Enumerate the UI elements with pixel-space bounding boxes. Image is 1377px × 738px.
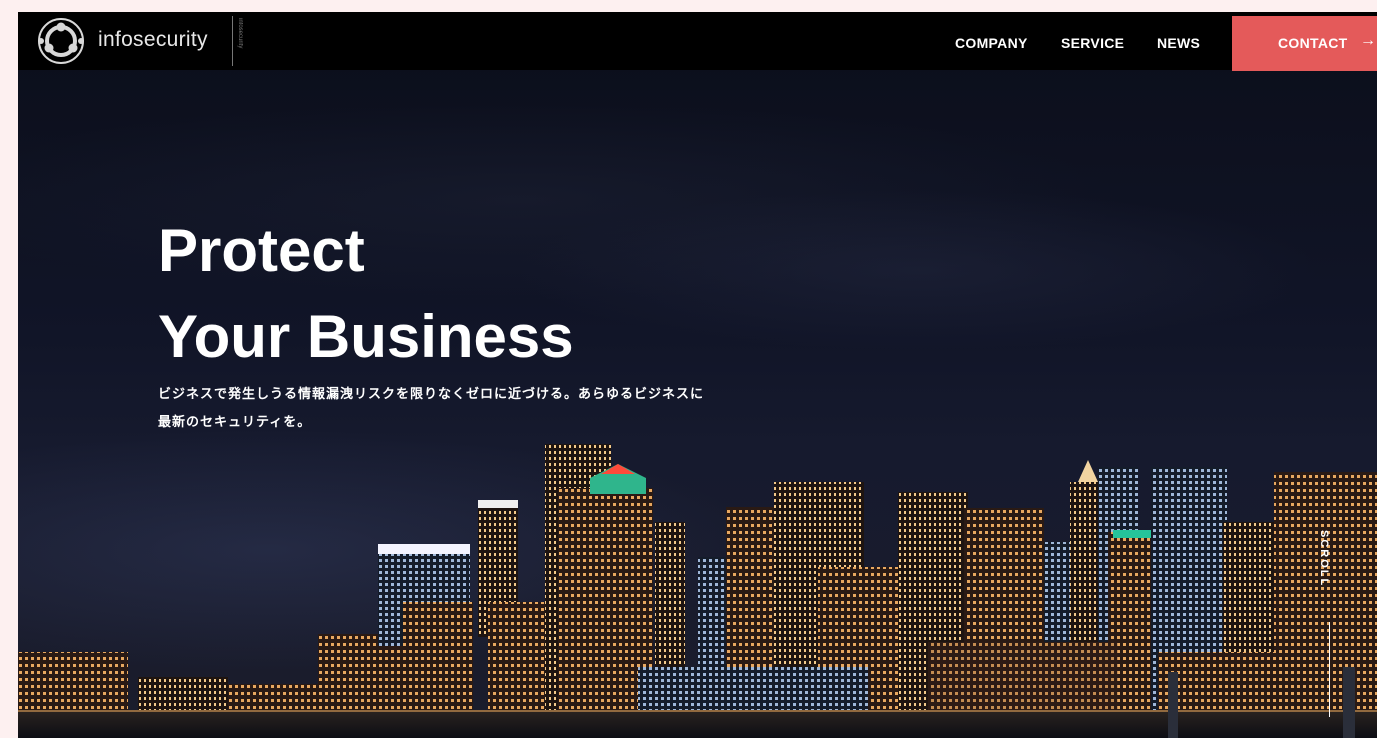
nav-service-link[interactable]: SERVICE xyxy=(1061,35,1124,51)
logo-divider xyxy=(232,16,233,66)
nav-news-link[interactable]: NEWS xyxy=(1157,35,1200,51)
hero-subtitle: ビジネスで発生しうる情報漏洩リスクを限りなくゼロに近づける。あらゆるビジネスに … xyxy=(158,380,778,436)
hero-section: infosecurity infosecurity COMPANY SERVIC… xyxy=(18,12,1377,738)
hero-title: Protect Your Business xyxy=(158,208,574,380)
scroll-indicator-line xyxy=(1329,622,1330,717)
hero-subtitle-line-2: 最新のセキュリティを。 xyxy=(158,414,312,429)
logo-tagline: infosecurity xyxy=(237,18,243,49)
contact-label: CONTACT xyxy=(1278,35,1348,51)
site-header: infosecurity infosecurity COMPANY SERVIC… xyxy=(18,12,1377,71)
hero-subtitle-line-1: ビジネスで発生しうる情報漏洩リスクを限りなくゼロに近づける。あらゆるビジネスに xyxy=(158,386,705,401)
contact-button[interactable]: CONTACT → xyxy=(1232,16,1377,71)
scroll-indicator-label[interactable]: SCROLL xyxy=(1318,530,1330,587)
hero-title-line-1: Protect xyxy=(158,217,365,284)
hero-title-line-2: Your Business xyxy=(158,303,574,370)
logo-icon[interactable] xyxy=(36,16,86,66)
nav-company-link[interactable]: COMPANY xyxy=(955,35,1028,51)
arrow-right-icon: → xyxy=(1360,32,1376,49)
logo-text[interactable]: infosecurity xyxy=(98,28,208,52)
